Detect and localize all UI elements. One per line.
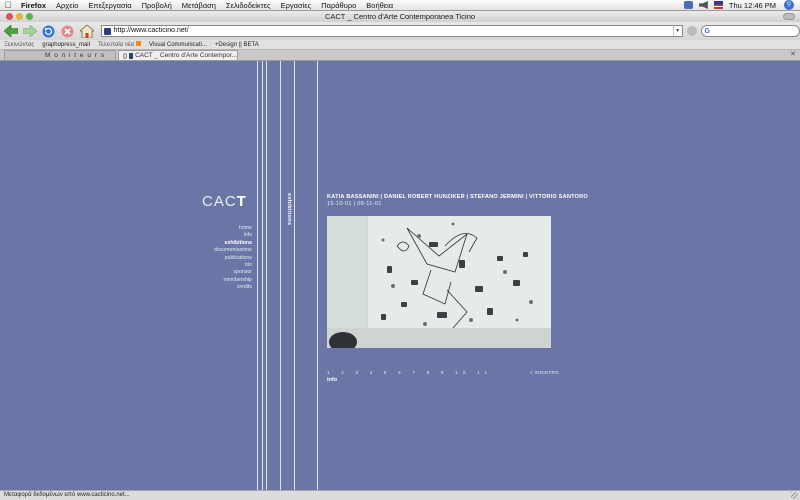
page-content: CACT home info exhibitions documentazion… <box>0 61 800 490</box>
go-button[interactable] <box>686 26 697 36</box>
back-arrow-icon <box>3 25 18 37</box>
logo-text-bold: T <box>236 193 247 210</box>
bookmark-graphopress-mail[interactable]: graphopress_mail <box>42 42 90 48</box>
menu-app-firefox[interactable]: Firefox <box>16 0 51 11</box>
search-box[interactable]: G <box>700 25 800 37</box>
divider-line <box>294 61 295 490</box>
address-bar[interactable]: http://www.cacticino.net/ ▼ <box>100 25 683 37</box>
exhibition-artists: KATIA BASSANINI | DANIEL ROBERT HUNZIKER… <box>327 194 588 200</box>
spotlight-icon[interactable]: ⚲ <box>784 0 794 10</box>
navigation-toolbar: http://www.cacticino.net/ ▼ G <box>0 22 800 40</box>
divider-line <box>280 61 281 490</box>
cact-logo[interactable]: CACT <box>202 193 247 210</box>
window-title-bar: CACT _ Centro d'Arte Contemporanea Ticin… <box>0 11 800 22</box>
exhibition-photo-image <box>327 216 551 348</box>
nav-sponsor[interactable]: sponsor <box>214 269 252 276</box>
window-controls <box>6 13 33 20</box>
bookmark-latest-news[interactable]: Τελευταία νέα <box>98 41 141 48</box>
site-favicon <box>103 27 111 35</box>
rss-icon <box>135 41 141 46</box>
menu-bar-tray: Thu 12:46 PM ⚲ <box>683 0 800 10</box>
home-icon <box>79 24 94 38</box>
window-title: CACT _ Centro d'Arte Contemporanea Ticin… <box>324 12 476 21</box>
forward-button[interactable] <box>22 24 38 38</box>
bookmark-design-beta[interactable]: +Design || BETA <box>215 42 259 48</box>
bookmarks-toolbar: Ξεκινώντας graphopress_mail Τελευταία νέ… <box>0 40 800 50</box>
forward-arrow-icon <box>22 25 37 37</box>
site-navigation: home info exhibitions documentazione pub… <box>214 225 252 292</box>
exhibition-pager[interactable]: 1 2 3 4 5 6 7 8 9 10 11 <box>327 370 492 375</box>
window-zoom-button[interactable] <box>26 13 33 20</box>
stop-icon <box>61 25 74 37</box>
tab-loading-icon <box>123 52 128 59</box>
status-text: Μεταφορά δεδομένων από www.cacticino.net… <box>4 492 130 498</box>
section-label-vertical: exhibitions <box>286 193 292 226</box>
nav-membership[interactable]: membership <box>214 277 252 284</box>
divider-line <box>266 61 267 490</box>
chevron-down-icon[interactable]: ▼ <box>672 26 682 36</box>
resize-grip-icon[interactable] <box>791 492 798 499</box>
input-language-flag-icon[interactable] <box>713 1 723 9</box>
divider-line <box>257 61 258 490</box>
exhibition-dates: 15-10-01 | 09-11-01 <box>327 201 382 207</box>
info-link[interactable]: info <box>327 377 337 383</box>
tab-cact-label: CACT _ Centro d'Arte Contempor... <box>135 51 237 59</box>
address-bar-url[interactable]: http://www.cacticino.net/ <box>114 26 189 36</box>
menu-bar:  Firefox Αρχείο Επεξεργασία Προβολή Μετ… <box>0 0 800 11</box>
stop-button[interactable] <box>60 24 76 38</box>
bookmark-visual-communication[interactable]: Visual Communicati... <box>149 42 207 48</box>
status-bar: Μεταφορά δεδομένων από www.cacticino.net… <box>0 490 800 500</box>
menu-go[interactable]: Μετάβαση <box>177 0 221 11</box>
menu-window[interactable]: Παράθυρο <box>316 0 361 11</box>
reload-button[interactable] <box>41 24 57 38</box>
bookmark-latest-news-label: Τελευταία νέα <box>97 42 134 48</box>
toolbar-toggle-button[interactable] <box>783 13 795 20</box>
exhibition-photo[interactable] <box>327 216 551 348</box>
clock[interactable]: Thu 12:46 PM <box>729 1 776 10</box>
back-button[interactable] <box>3 24 19 38</box>
volume-icon[interactable] <box>698 1 708 9</box>
tab-favicon <box>129 52 134 59</box>
search-input[interactable] <box>709 27 790 35</box>
nav-documentazione[interactable]: documentazione <box>214 247 252 254</box>
nav-exhibitions[interactable]: exhibitions <box>214 240 252 247</box>
bookmark-getting-started[interactable]: Ξεκινώντας <box>4 42 34 48</box>
tab-moniteurs[interactable]: M o n i t e u r s <box>4 50 116 60</box>
menu-help[interactable]: Βοήθεια <box>361 0 398 11</box>
window-minimize-button[interactable] <box>16 13 23 20</box>
tab-cact[interactable]: CACT _ Centro d'Arte Contempor... <box>118 50 238 60</box>
menu-view[interactable]: Προβολή <box>137 0 177 11</box>
menu-bookmarks[interactable]: Σελιδοδείκτες <box>221 0 276 11</box>
bluetooth-icon[interactable] <box>683 1 693 9</box>
divider-line <box>317 61 318 490</box>
menu-file[interactable]: Αρχείο <box>51 0 83 11</box>
nav-publications[interactable]: publications <box>214 255 252 262</box>
nav-home[interactable]: home <box>214 225 252 232</box>
reload-icon <box>42 25 55 37</box>
tab-bar: M o n i t e u r s CACT _ Centro d'Arte C… <box>0 50 800 61</box>
logo-text-light: CAC <box>202 193 237 210</box>
menu-edit[interactable]: Επεξεργασία <box>83 0 136 11</box>
home-button[interactable] <box>79 24 95 38</box>
window-close-button[interactable] <box>6 13 13 20</box>
back-link[interactable]: < INDIETRO <box>530 370 559 375</box>
nav-bio[interactable]: bio <box>214 262 252 269</box>
apple-icon[interactable]:  <box>0 0 16 11</box>
close-tab-icon[interactable]: ✕ <box>790 50 796 60</box>
menu-tools[interactable]: Εργασίες <box>276 0 317 11</box>
nav-credits[interactable]: credits <box>214 284 252 291</box>
divider-line <box>262 61 263 490</box>
nav-info[interactable]: info <box>214 232 252 239</box>
